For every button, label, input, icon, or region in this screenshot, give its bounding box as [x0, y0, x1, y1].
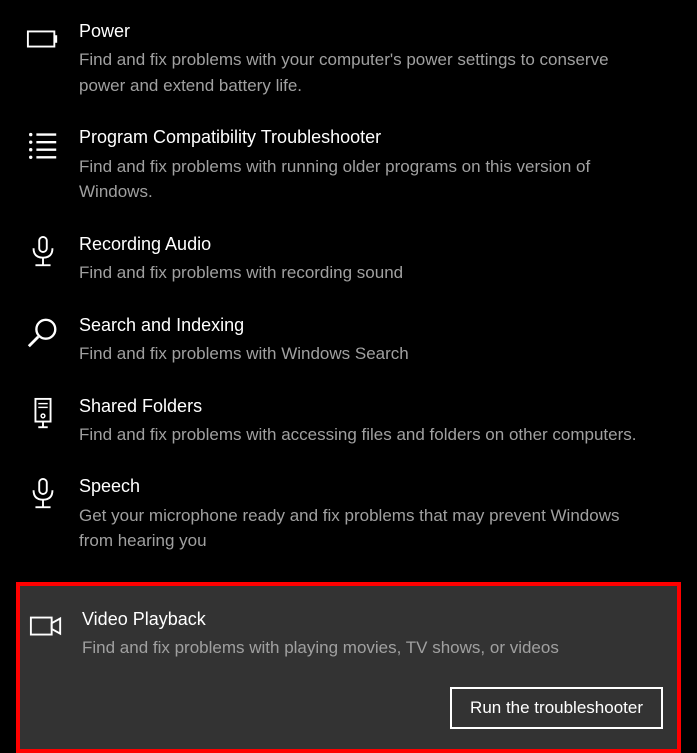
item-content: Program Compatibility Troubleshooter Fin…	[79, 126, 672, 204]
item-desc: Get your microphone ready and fix proble…	[79, 503, 672, 554]
item-title: Shared Folders	[79, 395, 672, 418]
run-troubleshooter-button[interactable]: Run the troubleshooter	[450, 687, 663, 729]
list-icon	[25, 128, 61, 164]
battery-icon	[25, 22, 61, 58]
microphone-icon	[25, 477, 61, 513]
troubleshooter-item-power[interactable]: Power Find and fix problems with your co…	[20, 20, 677, 98]
item-title: Recording Audio	[79, 233, 672, 256]
troubleshooter-list: Power Find and fix problems with your co…	[20, 20, 677, 753]
item-title: Power	[79, 20, 672, 43]
item-content: Video Playback Find and fix problems wit…	[82, 608, 665, 729]
troubleshooter-item-shared-folders[interactable]: Shared Folders Find and fix problems wit…	[20, 395, 677, 448]
item-desc: Find and fix problems with accessing fil…	[79, 422, 672, 448]
item-desc: Find and fix problems with recording sou…	[79, 260, 672, 286]
item-content: Power Find and fix problems with your co…	[79, 20, 672, 98]
item-content: Speech Get your microphone ready and fix…	[79, 475, 672, 553]
server-icon	[25, 397, 61, 433]
item-title: Search and Indexing	[79, 314, 672, 337]
item-title: Video Playback	[82, 608, 665, 631]
item-content: Shared Folders Find and fix problems wit…	[79, 395, 672, 448]
item-desc: Find and fix problems with playing movie…	[82, 635, 665, 661]
microphone-icon	[25, 235, 61, 271]
item-content: Search and Indexing Find and fix problem…	[79, 314, 672, 367]
item-content: Recording Audio Find and fix problems wi…	[79, 233, 672, 286]
troubleshooter-item-search-indexing[interactable]: Search and Indexing Find and fix problem…	[20, 314, 677, 367]
item-desc: Find and fix problems with Windows Searc…	[79, 341, 672, 367]
item-desc: Find and fix problems with your computer…	[79, 47, 672, 98]
item-desc: Find and fix problems with running older…	[79, 154, 672, 205]
video-icon	[28, 610, 64, 646]
item-title: Program Compatibility Troubleshooter	[79, 126, 672, 149]
troubleshooter-item-program-compatibility[interactable]: Program Compatibility Troubleshooter Fin…	[20, 126, 677, 204]
troubleshooter-item-recording-audio[interactable]: Recording Audio Find and fix problems wi…	[20, 233, 677, 286]
troubleshooter-item-speech[interactable]: Speech Get your microphone ready and fix…	[20, 475, 677, 553]
troubleshooter-item-video-playback[interactable]: Video Playback Find and fix problems wit…	[16, 582, 681, 753]
item-title: Speech	[79, 475, 672, 498]
search-icon	[25, 316, 61, 352]
